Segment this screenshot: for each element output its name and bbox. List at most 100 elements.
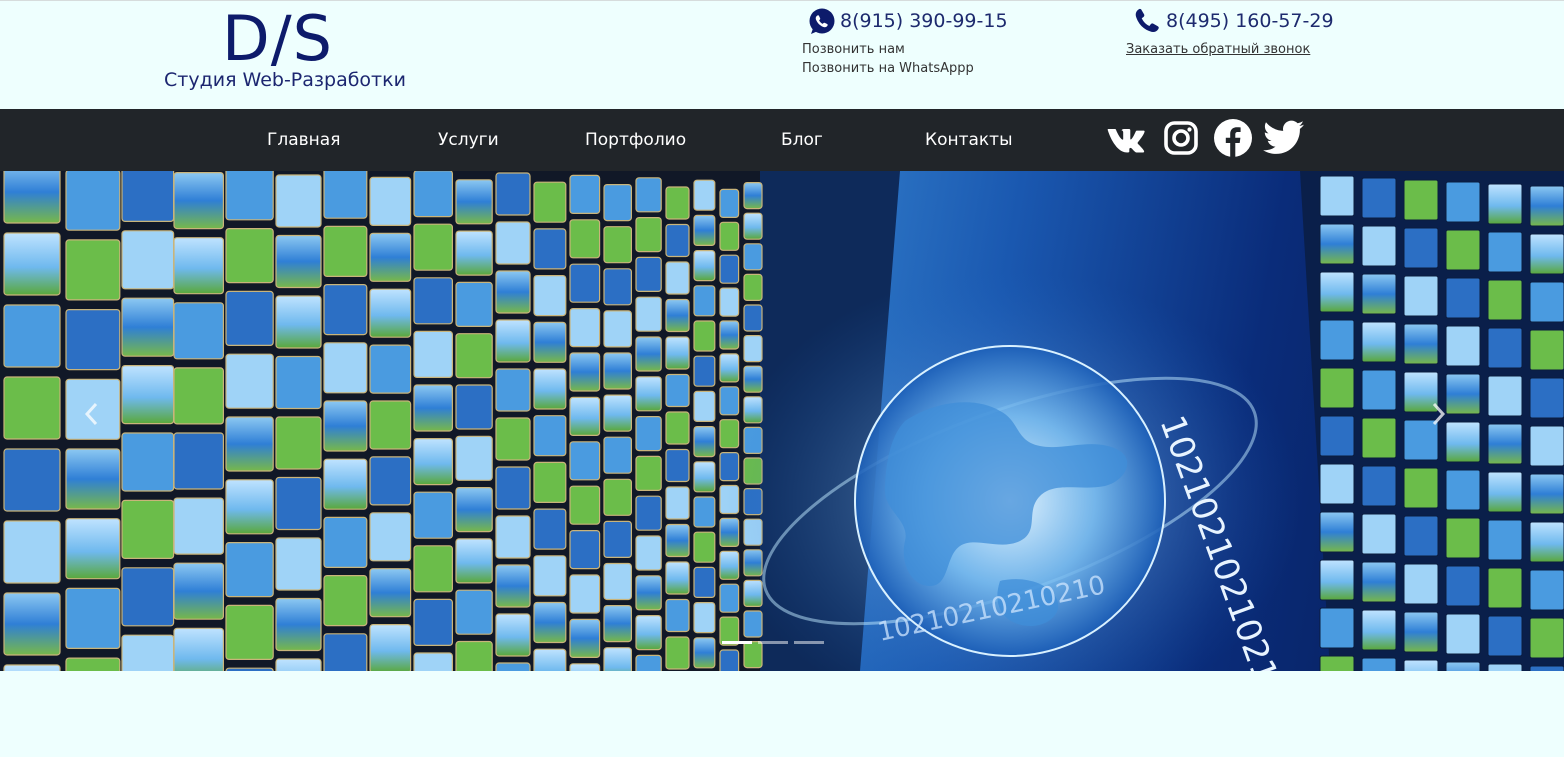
- hero-screen-tile: [1529, 377, 1564, 419]
- hero-screen-tile: [413, 491, 454, 539]
- hero-screen-tile: [1487, 279, 1523, 321]
- office-phone[interactable]: 8(495) 160-57-29: [1166, 10, 1334, 32]
- hero-screen-tile: [455, 435, 493, 481]
- hero-screen-tile: [323, 342, 368, 394]
- hero-screen-tile: [173, 367, 225, 425]
- hero-screen-tile: [603, 226, 632, 264]
- hero-screen-tile: [693, 566, 716, 598]
- hero-screen-tile: [665, 261, 690, 295]
- hero-screen-tile: [693, 426, 716, 458]
- hero-screen-tile: [1487, 615, 1523, 657]
- hero-screen-tile: [569, 441, 601, 481]
- nav-item-blog[interactable]: Блог: [781, 109, 823, 171]
- hero-screen-tile: [1403, 227, 1439, 269]
- hero-screen-tile: [719, 649, 740, 671]
- carousel-prev-button[interactable]: [82, 401, 118, 441]
- nav-item-contacts[interactable]: Контакты: [925, 109, 1013, 171]
- hero-screen-tile: [635, 495, 662, 531]
- hero-screen-tile: [1445, 277, 1481, 319]
- hero-screen-tile: [1487, 327, 1523, 369]
- hero-screen-tile: [693, 496, 716, 528]
- hero-screen-tile: [635, 336, 662, 372]
- hero-screen-tile: [743, 212, 763, 240]
- main-navbar: Главная Услуги Портфолио Блог Контакты: [0, 109, 1564, 171]
- hero-screen-tile: [693, 637, 716, 669]
- hero-screen-tile: [121, 297, 175, 357]
- whatsapp-phone[interactable]: 8(915) 390-99-15: [840, 10, 1008, 32]
- hero-screen-tile: [665, 598, 690, 633]
- hero-screen-tile: [3, 592, 61, 656]
- hero-screen-tile: [495, 564, 531, 608]
- hero-screen-tile: [369, 176, 412, 227]
- hero-screen-tile: [65, 309, 121, 371]
- hero-screen-tile: [665, 298, 690, 333]
- hero-screen-tile: [455, 281, 493, 328]
- callback-link[interactable]: Заказать обратный звонок: [1126, 42, 1334, 57]
- hero-screen-tile: [1445, 565, 1481, 607]
- phone-icon[interactable]: [1132, 6, 1162, 36]
- hero-screen-tile: [743, 243, 763, 271]
- hero-screen-tile: [693, 461, 716, 493]
- carousel-indicator-1[interactable]: [722, 641, 752, 644]
- logo-mark: D/S: [222, 2, 333, 75]
- hero-screen-tile: [1403, 659, 1439, 671]
- hero-screen-tile: [665, 223, 690, 258]
- hero-screen-tile: [1361, 225, 1397, 267]
- hero-screen-tile: [693, 179, 716, 211]
- carousel-next-button[interactable]: [1428, 401, 1464, 441]
- hero-screen-tile: [275, 416, 322, 470]
- carousel-indicator-2[interactable]: [758, 641, 788, 644]
- hero-screen-tile: [533, 181, 567, 223]
- hero-screen-tile: [225, 542, 274, 598]
- hero-screen-tile: [1445, 517, 1481, 559]
- hero-screen-tile: [369, 624, 412, 671]
- instagram-icon[interactable]: [1163, 116, 1199, 160]
- hero-screen-tile: [603, 478, 632, 516]
- hero-screen-tile: [173, 302, 225, 360]
- twitter-icon[interactable]: [1263, 116, 1305, 160]
- hero-screen-tile: [1319, 415, 1355, 457]
- whatsapp-icon[interactable]: [806, 6, 836, 36]
- hero-screen-tile: [533, 368, 567, 410]
- logo[interactable]: D/S Студия Web-Разработки: [160, 2, 406, 98]
- hero-screen-tile: [413, 223, 454, 271]
- nav-item-portfolio[interactable]: Портфолио: [585, 109, 686, 171]
- carousel-indicator-3[interactable]: [794, 641, 824, 644]
- hero-screen-tile: [1529, 185, 1564, 227]
- hero-screen-tile: [1445, 469, 1481, 511]
- hero-screen-tile: [665, 523, 690, 558]
- hero-screen-tile: [569, 308, 601, 348]
- hero-screen-tile: [693, 214, 716, 247]
- hero-screen-tile: [1319, 223, 1355, 265]
- hero-screen-tile: [121, 499, 175, 559]
- hero-screen-tile: [413, 384, 454, 432]
- hero-screen-tile: [3, 171, 61, 224]
- hero-screen-tile: [121, 634, 175, 671]
- hero-screen-tile: [635, 177, 662, 213]
- hero-screen-tile: [665, 486, 690, 520]
- hero-screen-tile: [693, 531, 716, 563]
- nav-item-services[interactable]: Услуги: [438, 109, 499, 171]
- hero-screen-tile: [693, 602, 716, 634]
- vk-icon[interactable]: [1107, 116, 1153, 160]
- hero-image: 10210210210210 10210210210210: [0, 171, 1564, 671]
- hero-screen-tile: [1529, 473, 1564, 515]
- office-contact: 8(495) 160-57-29 Заказать обратный звоно…: [1126, 6, 1334, 57]
- hero-screen-tile: [1403, 611, 1439, 653]
- hero-screen-tile: [665, 186, 690, 220]
- hero-screen-tile: [1487, 183, 1523, 225]
- hero-screen-tile: [719, 386, 740, 416]
- hero-screen-tile: [413, 171, 453, 218]
- hero-screen-tile: [569, 618, 601, 658]
- hero-screen-tile: [65, 518, 121, 580]
- hero-screen-tile: [323, 225, 368, 278]
- hero-screen-tile: [603, 605, 632, 643]
- nav-item-home[interactable]: Главная: [267, 109, 340, 171]
- hero-screen-tile: [533, 415, 567, 457]
- hero-screen-tile: [533, 228, 567, 270]
- hero-screen-tile: [1529, 569, 1564, 611]
- hero-screen-tile: [1403, 323, 1439, 365]
- hero-screen-tile: [225, 353, 274, 409]
- facebook-icon[interactable]: [1213, 116, 1253, 160]
- hero-screen-tile: [569, 530, 601, 570]
